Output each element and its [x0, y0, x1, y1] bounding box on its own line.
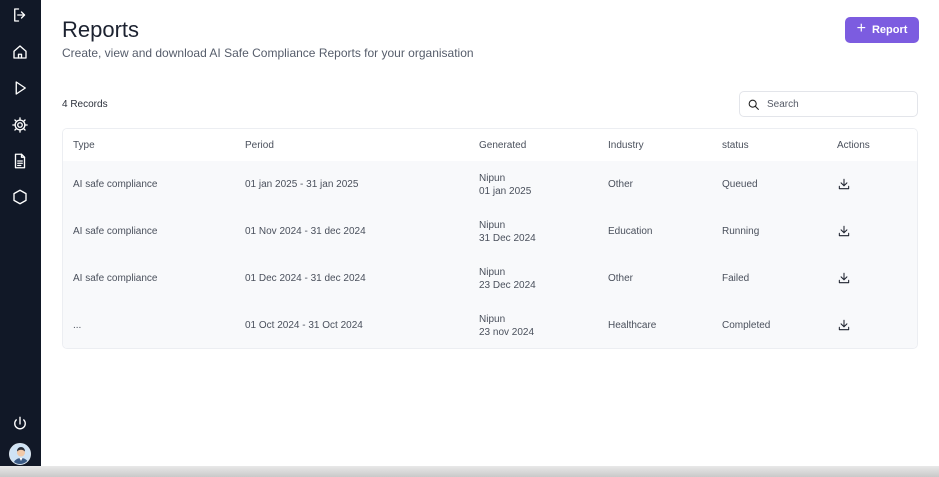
column-header-actions: Actions	[837, 140, 870, 151]
main-content: Reports Create, view and download AI Saf…	[41, 0, 939, 477]
download-icon[interactable]	[837, 318, 851, 332]
row-status: Queued	[722, 179, 758, 190]
row-generated: Nipun 31 Dec 2024	[479, 219, 536, 245]
row-industry: Education	[608, 226, 653, 237]
reports-table: Type Period Generated Industry status Ac…	[62, 128, 918, 349]
column-header-type: Type	[73, 140, 95, 151]
row-type: AI safe compliance	[73, 226, 158, 237]
row-type: AI safe compliance	[73, 273, 158, 284]
row-period: 01 Oct 2024 - 31 Oct 2024	[245, 320, 363, 331]
download-icon[interactable]	[837, 271, 851, 285]
row-type: AI safe compliance	[73, 179, 158, 190]
window-bottom-edge	[0, 466, 939, 477]
row-period: 01 Dec 2024 - 31 dec 2024	[245, 273, 366, 284]
table-row: AI safe compliance 01 Dec 2024 - 31 dec …	[63, 255, 917, 302]
add-report-label: Report	[871, 24, 908, 36]
row-generated-by: Nipun	[479, 173, 506, 184]
row-period: 01 Nov 2024 - 31 dec 2024	[245, 226, 366, 237]
row-generated-date: 23 nov 2024	[479, 327, 535, 338]
records-count: 4 Records	[62, 99, 108, 110]
row-industry: Other	[608, 273, 634, 284]
row-generated: Nipun 01 jan 2025	[479, 172, 531, 198]
search-icon	[748, 99, 759, 110]
row-status: Failed	[722, 273, 750, 284]
page-subtitle: Create, view and download AI Safe Compli…	[62, 46, 474, 60]
table-row: AI safe compliance 01 jan 2025 - 31 jan …	[63, 161, 917, 208]
document-icon[interactable]	[9, 150, 31, 172]
row-generated: Nipun 23 Dec 2024	[479, 266, 536, 292]
power-icon[interactable]	[9, 413, 31, 435]
column-header-industry: Industry	[608, 140, 644, 151]
row-status: Completed	[722, 320, 771, 331]
search-input[interactable]	[767, 98, 907, 110]
row-generated: Nipun 23 nov 2024	[479, 313, 534, 339]
add-report-button[interactable]: + Report	[845, 17, 919, 43]
home-icon[interactable]	[9, 41, 31, 63]
column-header-generated: Generated	[479, 140, 527, 151]
row-generated-date: 23 Dec 2024	[479, 280, 536, 291]
table-row: AI safe compliance 01 Nov 2024 - 31 dec …	[63, 208, 917, 255]
gear-icon[interactable]	[9, 114, 31, 136]
logout-icon[interactable]	[9, 4, 31, 26]
row-industry: Healthcare	[608, 320, 657, 331]
row-generated-date: 01 jan 2025	[479, 186, 532, 197]
column-header-period: Period	[245, 140, 274, 151]
plus-icon: +	[856, 20, 866, 37]
row-generated-by: Nipun	[479, 220, 506, 231]
play-icon[interactable]	[9, 77, 31, 99]
search-box[interactable]	[739, 91, 918, 117]
table-row: ... 01 Oct 2024 - 31 Oct 2024 Nipun 23 n…	[63, 302, 917, 348]
column-header-status: status	[722, 140, 749, 151]
hexagon-icon[interactable]	[9, 186, 31, 208]
row-status: Running	[722, 226, 760, 237]
row-generated-by: Nipun	[479, 267, 506, 278]
row-industry: Other	[608, 179, 634, 190]
avatar[interactable]	[9, 443, 31, 465]
table-header: Type Period Generated Industry status Ac…	[63, 129, 917, 161]
row-type: ...	[73, 320, 82, 331]
sidebar	[0, 0, 41, 477]
page-title: Reports	[62, 17, 140, 42]
download-icon[interactable]	[837, 177, 851, 191]
row-period: 01 jan 2025 - 31 jan 2025	[245, 179, 359, 190]
row-generated-date: 31 Dec 2024	[479, 233, 536, 244]
row-generated-by: Nipun	[479, 314, 506, 325]
download-icon[interactable]	[837, 224, 851, 238]
